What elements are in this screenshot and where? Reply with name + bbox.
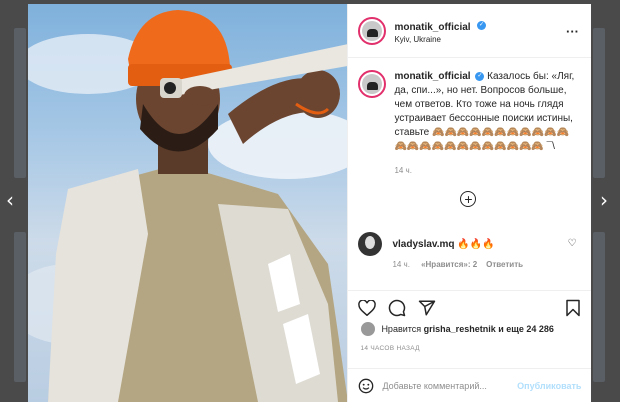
- previous-post-arrow[interactable]: ‹: [6, 190, 14, 210]
- heart-icon[interactable]: [358, 300, 377, 316]
- post-caption: monatik_official ✓ Казалось бы: «Ляг, да…: [358, 70, 578, 178]
- comment-text: 🔥🔥🔥: [457, 238, 495, 250]
- load-more-comments-icon[interactable]: +: [460, 191, 477, 207]
- background-grid-tile: [593, 232, 605, 382]
- likes-prefix: Нравится: [381, 324, 422, 334]
- add-comment-bar: Добавьте комментарий... Опубликовать: [348, 368, 591, 402]
- background-grid-tile: [14, 232, 26, 382]
- post-header: monatik_official ✓ Kyiv, Ukraine ···: [348, 4, 591, 58]
- author-username[interactable]: monatik_official: [394, 22, 470, 33]
- post-modal: monatik_official ✓ Kyiv, Ukraine ··· mon…: [28, 4, 591, 402]
- post-sidebar: monatik_official ✓ Kyiv, Ukraine ··· mon…: [347, 4, 591, 402]
- liker-username[interactable]: grisha_reshetnik: [424, 324, 496, 334]
- caption-author-avatar[interactable]: [358, 70, 387, 98]
- next-post-arrow[interactable]: ›: [600, 190, 608, 210]
- comment-like-icon[interactable]: ♡: [567, 238, 576, 249]
- comment-input[interactable]: Добавьте комментарий...: [382, 381, 517, 391]
- post-location[interactable]: Kyiv, Ukraine: [394, 35, 486, 44]
- bookmark-icon[interactable]: [565, 299, 581, 317]
- comment-item: vladyslav.mq 🔥🔥🔥 ♡ 14 ч. «Нравится»: 2 О…: [358, 232, 584, 269]
- photo-illustration: [28, 10, 348, 402]
- comment-time: 14 ч.: [392, 260, 410, 269]
- comment-icon[interactable]: [388, 299, 406, 317]
- emoji-icon[interactable]: [358, 378, 374, 394]
- background-grid-tile: [14, 28, 26, 178]
- more-options-icon[interactable]: ···: [566, 24, 579, 39]
- post-timestamp[interactable]: 14 ЧАСОВ НАЗАД: [348, 337, 591, 352]
- caption-time: 14 ч.: [394, 166, 412, 175]
- post-actions: Нравится grisha_reshetnik и еще 24 286 1…: [348, 290, 591, 352]
- post-photo: [28, 4, 348, 402]
- background-grid-tile: [593, 28, 605, 178]
- comment-meta: 14 ч. «Нравится»: 2 Ответить: [392, 260, 584, 269]
- commenter-avatar[interactable]: [358, 232, 383, 256]
- verified-badge-icon: ✓: [477, 21, 487, 31]
- verified-badge-icon: ✓: [475, 71, 485, 81]
- caption-text: Казалось бы: «Ляг, да, спи...», но нет. …: [394, 71, 575, 152]
- likes-count[interactable]: и еще 24 286: [498, 324, 554, 334]
- liker-avatar[interactable]: [360, 321, 377, 337]
- publish-button[interactable]: Опубликовать: [517, 381, 581, 391]
- share-icon[interactable]: [418, 299, 436, 317]
- commenter-username[interactable]: vladyslav.mq: [392, 239, 454, 250]
- likes-summary: Нравится grisha_reshetnik и еще 24 286: [348, 321, 591, 337]
- comment-reply-button[interactable]: Ответить: [486, 260, 523, 269]
- comment-likes-count[interactable]: «Нравится»: 2: [421, 260, 477, 269]
- caption-username[interactable]: monatik_official: [394, 71, 470, 82]
- author-avatar[interactable]: [358, 16, 387, 45]
